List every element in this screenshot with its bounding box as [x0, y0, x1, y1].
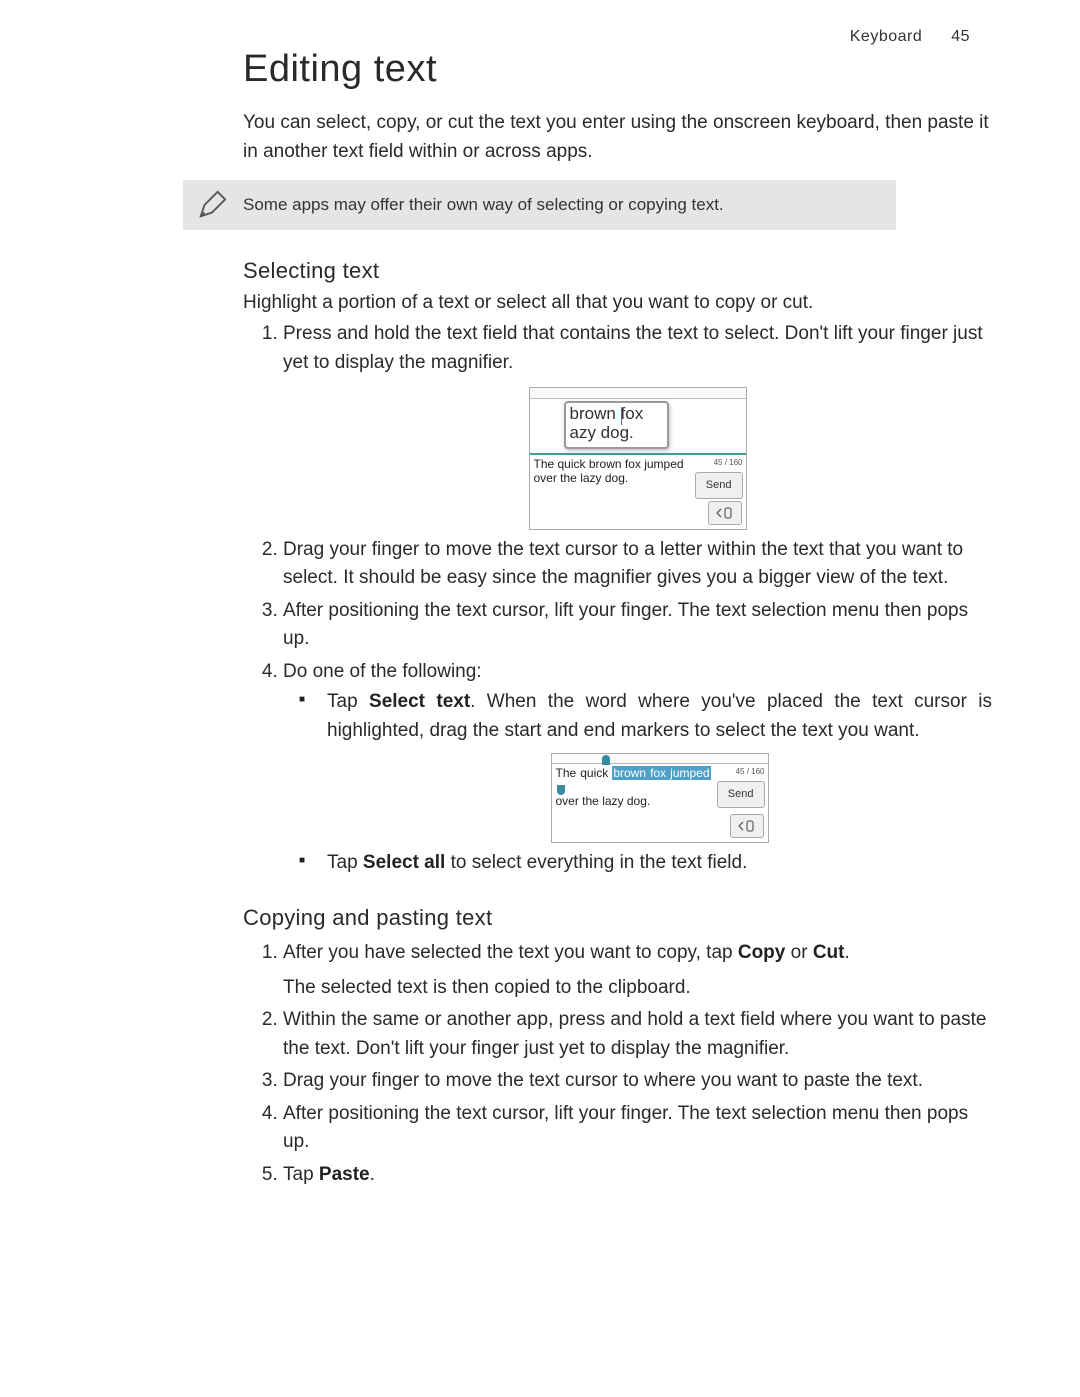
step-text: Drag your finger to move the text cursor…	[283, 539, 963, 589]
selecting-steps: Press and hold the text field that conta…	[243, 320, 992, 877]
step-text: After positioning the text cursor, lift …	[283, 1103, 968, 1153]
bullet-post: to select everything in the text field.	[445, 852, 747, 873]
page-header: Keyboard 45	[850, 28, 970, 46]
step-text: Within the same or another app, press an…	[283, 1009, 986, 1059]
step-text-post: .	[844, 942, 849, 963]
copy-step-3: Drag your finger to move the text cursor…	[283, 1067, 992, 1096]
magnifier-line1: brown fox	[570, 405, 663, 424]
screenshot-magnifier: brown fox azy dog. The quick brown fox j…	[529, 387, 747, 530]
chapter-label: Keyboard	[850, 28, 923, 45]
copy-step-1: After you have selected the text you wan…	[283, 939, 992, 1002]
mock-message-text: The quick brown fox jumped over the lazy…	[530, 455, 693, 489]
bullet-select-text: Tap Select text. When the word where you…	[327, 688, 992, 843]
bullet-pre: Tap	[327, 852, 363, 873]
step-text-mid: or	[785, 942, 812, 963]
bullet-bold: Select text	[369, 691, 470, 712]
send-button: Send	[695, 472, 743, 499]
step-text-pre: After you have selected the text you wan…	[283, 942, 738, 963]
step-text: After positioning the text cursor, lift …	[283, 600, 968, 650]
step-2: Drag your finger to move the text cursor…	[283, 536, 992, 593]
attach-button	[730, 814, 764, 838]
page-title: Editing text	[243, 48, 992, 91]
page-number: 45	[951, 28, 970, 45]
magnifier-line2: azy dog.	[570, 424, 663, 443]
mock-to-row	[530, 388, 746, 399]
char-counter: 45 / 160	[715, 766, 765, 778]
step-bold-cut: Cut	[813, 942, 845, 963]
step-1-line2: The selected text is then copied to the …	[283, 974, 992, 1003]
step-bold-paste: Paste	[319, 1164, 370, 1185]
bullet-select-all: Tap Select all to select everything in t…	[327, 849, 992, 878]
copy-step-4: After positioning the text cursor, lift …	[283, 1100, 992, 1157]
step-4-bullets: Tap Select text. When the word where you…	[283, 688, 992, 877]
screenshot-selection: The quick brown fox jumped over the lazy…	[551, 753, 769, 843]
mock2-message-text: The quick brown fox jumped over the lazy…	[552, 764, 715, 812]
attach-button	[708, 501, 742, 525]
mock2-pre: The quick	[556, 766, 613, 780]
bullet-bold: Select all	[363, 852, 445, 873]
mock2-line2: over the lazy dog.	[556, 794, 651, 808]
text-cursor-icon	[621, 407, 622, 425]
section-selecting-heading: Selecting text	[243, 258, 992, 284]
step-text-post: .	[370, 1164, 375, 1185]
section-copying-heading: Copying and pasting text	[243, 905, 992, 931]
step-1: Press and hold the text field that conta…	[283, 320, 992, 530]
copy-step-5: Tap Paste.	[283, 1161, 992, 1190]
step-text: Do one of the following:	[283, 661, 482, 682]
section-selecting-lead: Highlight a portion of a text or select …	[243, 292, 992, 314]
mock2-to-row	[552, 754, 768, 764]
bullet-pre: Tap	[327, 691, 369, 712]
step-4: Do one of the following: Tap Select text…	[283, 658, 992, 878]
step-3: After positioning the text cursor, lift …	[283, 597, 992, 654]
pen-icon	[197, 190, 227, 220]
note-text: Some apps may offer their own way of sel…	[243, 195, 724, 215]
char-counter: 45 / 160	[693, 457, 743, 469]
step-text: Drag your finger to move the text cursor…	[283, 1070, 923, 1091]
magnifier-bubble: brown fox azy dog.	[564, 401, 669, 449]
mock2-highlight: brown fox jumped	[612, 766, 710, 780]
send-button: Send	[717, 781, 765, 808]
intro-paragraph: You can select, copy, or cut the text yo…	[243, 109, 992, 166]
note-callout: Some apps may offer their own way of sel…	[183, 180, 896, 230]
step-text-pre: Tap	[283, 1164, 319, 1185]
copy-step-2: Within the same or another app, press an…	[283, 1006, 992, 1063]
step-bold-copy: Copy	[738, 942, 786, 963]
copying-steps: After you have selected the text you wan…	[243, 939, 992, 1189]
step-text: Press and hold the text field that conta…	[283, 323, 983, 373]
